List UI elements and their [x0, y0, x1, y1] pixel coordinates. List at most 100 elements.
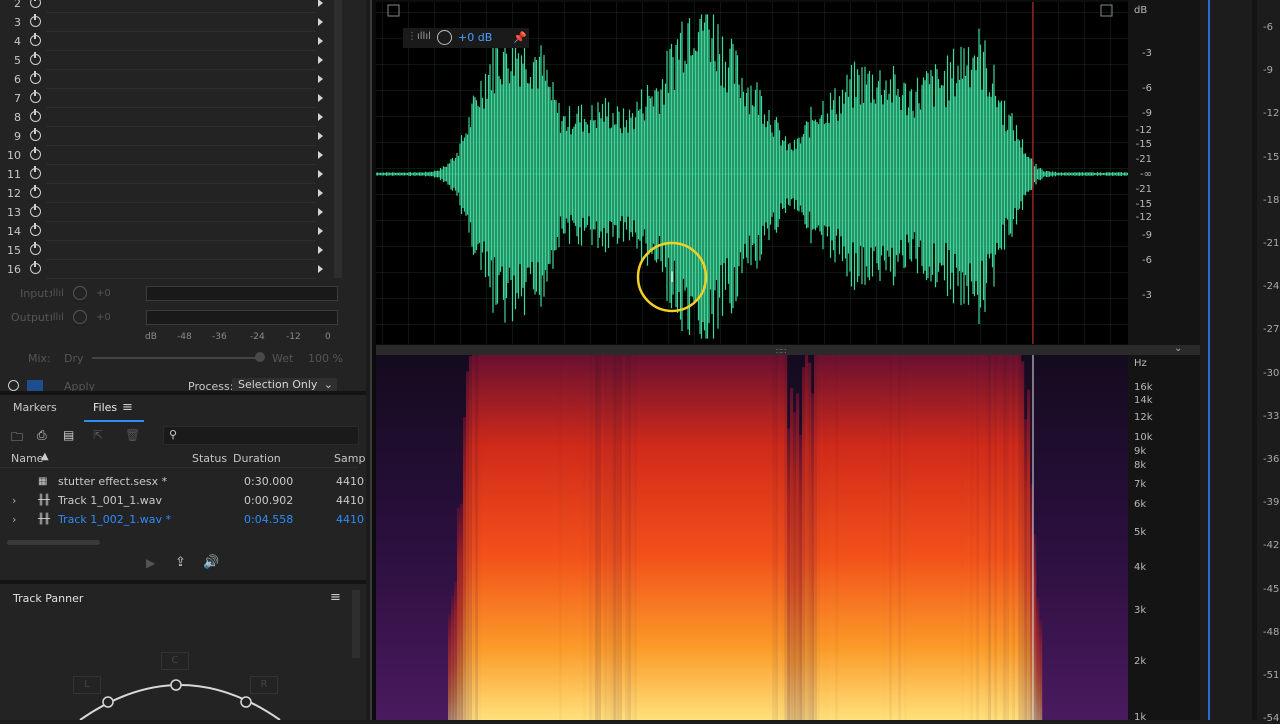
power-icon[interactable]: [30, 242, 41, 255]
effect-slot[interactable]: 2: [0, 0, 330, 13]
effect-slot[interactable]: 15: [0, 241, 330, 260]
effect-slot[interactable]: 4: [0, 32, 330, 51]
effect-slot-field[interactable]: [46, 223, 316, 241]
tab-files[interactable]: Files: [93, 401, 117, 414]
play-arrow-icon[interactable]: [318, 113, 323, 121]
waveform-view[interactable]: I: [375, 2, 1129, 344]
power-icon[interactable]: [30, 185, 41, 198]
effect-slot[interactable]: 5: [0, 51, 330, 70]
effect-slot[interactable]: 12: [0, 184, 330, 203]
power-icon[interactable]: [30, 261, 41, 274]
clip-gain-hud[interactable]: ⋮ ıllıl +0 dB 📌: [403, 28, 529, 48]
file-row[interactable]: › ╫╫ Track 1_001_1.wav 0:00.902 4410: [0, 491, 364, 510]
power-icon[interactable]: [30, 166, 41, 179]
power-icon[interactable]: [30, 204, 41, 217]
power-icon[interactable]: [30, 223, 41, 236]
play-arrow-icon[interactable]: [318, 208, 323, 216]
effect-slot-field[interactable]: [46, 128, 316, 146]
column-status[interactable]: Status: [192, 452, 227, 465]
apply-button[interactable]: Apply: [64, 380, 95, 391]
play-arrow-icon[interactable]: [318, 151, 323, 159]
mix-slider-handle[interactable]: [255, 352, 265, 362]
play-arrow-icon[interactable]: [318, 94, 323, 102]
play-arrow-icon[interactable]: [318, 132, 323, 140]
panel-menu-icon[interactable]: ≡: [122, 400, 133, 415]
file-search-input[interactable]: ⚲: [163, 426, 359, 445]
spectral-view[interactable]: [376, 355, 1128, 720]
file-row-selected[interactable]: › ╫╫ Track 1_002_1.wav * 0:04.558 4410: [0, 510, 364, 529]
power-icon[interactable]: [30, 109, 41, 122]
play-arrow-icon[interactable]: [318, 0, 323, 7]
rack-power-icon[interactable]: [8, 380, 19, 391]
effect-slot[interactable]: 8: [0, 108, 330, 127]
effect-slot[interactable]: 16: [0, 260, 330, 279]
hud-grip-icon[interactable]: ⋮: [407, 31, 417, 42]
effect-slot[interactable]: 9: [0, 127, 330, 146]
open-file-icon[interactable]: 🗀: [11, 428, 23, 449]
power-icon[interactable]: [30, 52, 41, 65]
effect-slot-field[interactable]: [46, 33, 316, 51]
effect-slot[interactable]: 14: [0, 222, 330, 241]
effect-slot[interactable]: 10: [0, 146, 330, 165]
play-icon[interactable]: ▶: [146, 556, 155, 570]
power-icon[interactable]: [30, 71, 41, 84]
panner-arc[interactable]: [70, 670, 290, 720]
play-arrow-icon[interactable]: [318, 246, 323, 254]
pin-icon[interactable]: 📌: [513, 31, 527, 44]
export-icon[interactable]: ⇪: [175, 555, 186, 570]
expand-chevron-icon[interactable]: ›: [12, 513, 16, 526]
effect-slot[interactable]: 11: [0, 165, 330, 184]
effects-scrollbar[interactable]: [334, 0, 342, 278]
play-arrow-icon[interactable]: [318, 37, 323, 45]
play-arrow-icon[interactable]: [318, 56, 323, 64]
effect-slot-field[interactable]: [46, 71, 316, 89]
panel-menu-icon[interactable]: ≡: [330, 590, 341, 605]
insert-icon[interactable]: ⇱: [93, 428, 103, 442]
power-icon[interactable]: [30, 14, 41, 27]
effect-slot-field[interactable]: [46, 242, 316, 260]
effect-slot-field[interactable]: [46, 0, 316, 13]
file-row[interactable]: ▦ stutter effect.sesx * 0:30.000 4410: [0, 472, 364, 491]
play-arrow-icon[interactable]: [318, 170, 323, 178]
gain-knob[interactable]: [437, 30, 452, 45]
tab-markers[interactable]: Markers: [13, 401, 57, 414]
play-arrow-icon[interactable]: [318, 75, 323, 83]
effect-slot-field[interactable]: [46, 261, 316, 279]
effect-slot-field[interactable]: [46, 147, 316, 165]
power-icon[interactable]: [30, 33, 41, 46]
play-arrow-icon[interactable]: [318, 18, 323, 26]
power-icon[interactable]: [30, 90, 41, 103]
view-divider[interactable]: ∷∷ ⌄: [376, 343, 1200, 356]
import-file-icon[interactable]: ⎙: [37, 428, 47, 443]
effect-slot[interactable]: 13: [0, 203, 330, 222]
effect-slot-field[interactable]: [46, 90, 316, 108]
play-arrow-icon[interactable]: [318, 265, 323, 273]
power-icon[interactable]: [30, 147, 41, 160]
delete-icon[interactable]: 🗑: [125, 428, 140, 442]
panner-scrollbar[interactable]: [352, 590, 360, 658]
play-arrow-icon[interactable]: [318, 227, 323, 235]
effect-slot-field[interactable]: [46, 166, 316, 184]
output-gain-knob[interactable]: [73, 310, 87, 324]
power-icon[interactable]: [30, 0, 41, 8]
files-hscrollbar[interactable]: [7, 540, 100, 545]
column-sample-rate[interactable]: Samp: [334, 452, 365, 465]
effect-slot-field[interactable]: [46, 52, 316, 70]
effect-slot-field[interactable]: [46, 204, 316, 222]
effect-slot[interactable]: 6: [0, 70, 330, 89]
chevron-down-icon[interactable]: ⌄: [1174, 343, 1182, 354]
effect-slot-field[interactable]: [46, 109, 316, 127]
effect-slot[interactable]: 3: [0, 13, 330, 32]
effect-slot-field[interactable]: [46, 185, 316, 203]
effect-slot[interactable]: 7: [0, 89, 330, 108]
column-duration[interactable]: Duration: [233, 452, 281, 465]
mix-slider-track[interactable]: [92, 357, 262, 359]
column-name[interactable]: Name: [11, 452, 43, 465]
input-gain-knob[interactable]: [73, 286, 87, 300]
auto-play-icon[interactable]: 🔊: [203, 555, 219, 570]
effect-slot-field[interactable]: [46, 14, 316, 32]
new-file-icon[interactable]: ▤: [63, 428, 74, 442]
power-icon[interactable]: [30, 128, 41, 141]
expand-chevron-icon[interactable]: ›: [12, 494, 16, 507]
process-dropdown[interactable]: Selection Only ⌄: [232, 378, 337, 391]
